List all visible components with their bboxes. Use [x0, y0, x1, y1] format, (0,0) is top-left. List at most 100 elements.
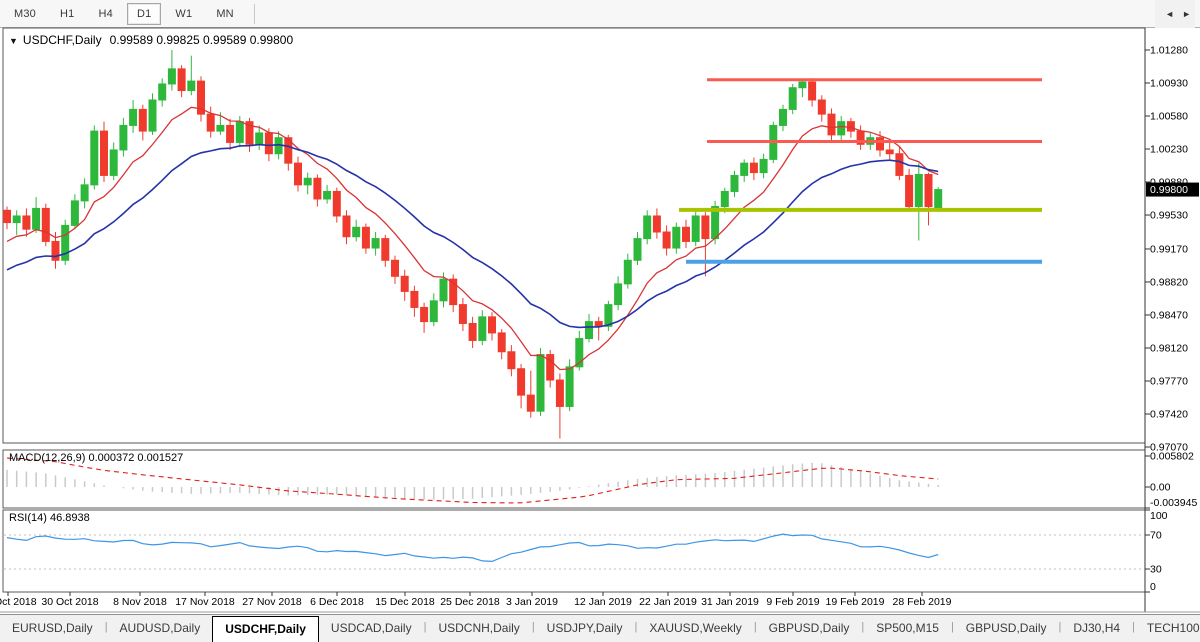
symbol-tabbar: EURUSD,Daily|AUDUSD,DailyUSDCHF,DailyUSD…	[0, 614, 1200, 642]
candle-body	[566, 367, 573, 407]
candle-body	[33, 208, 40, 229]
candle-body	[886, 150, 893, 154]
candle-body	[469, 323, 476, 340]
candle-body	[382, 239, 389, 261]
tab-gbpusd-daily[interactable]: GBPUSD,Daily	[757, 615, 862, 642]
macd-indicator-label: MACD(12,26,9) 0.000372 0.001527	[9, 452, 183, 464]
candle-body	[207, 114, 214, 131]
macd-axis-label: -0.003945	[1150, 497, 1197, 509]
tab-eurusd-daily[interactable]: EURUSD,Daily	[0, 615, 105, 642]
candle-body	[673, 227, 680, 248]
chart-title: ▼USDCHF,Daily0.99589 0.99825 0.99589 0.9…	[9, 33, 293, 47]
date-axis-label: 19 Feb 2019	[826, 596, 885, 608]
candle-body	[518, 369, 525, 395]
candle-body	[91, 131, 98, 185]
date-axis-label: 17 Nov 2018	[175, 596, 235, 608]
candle-body	[605, 305, 612, 327]
tab-xauusd-weekly[interactable]: XAUUSD,Weekly	[637, 615, 753, 642]
main-chart-panel[interactable]	[3, 28, 1145, 443]
candle-body	[440, 279, 447, 301]
price-axis-label: 0.99530	[1150, 210, 1188, 222]
candle-body	[653, 216, 660, 232]
candle-body	[828, 114, 835, 135]
tab-scroll-right-icon[interactable]: ►	[1178, 7, 1195, 21]
candle-body	[256, 133, 263, 144]
date-axis-label: 31 Jan 2019	[701, 596, 759, 608]
date-axis-label: 12 Jan 2019	[574, 596, 632, 608]
date-axis-label: 9 Feb 2019	[766, 596, 819, 608]
candle-body	[401, 276, 408, 291]
candle-body	[217, 125, 224, 131]
tab-usdcad-daily[interactable]: USDCAD,Daily	[319, 615, 424, 642]
candle-body	[489, 317, 496, 333]
candle-body	[178, 69, 185, 91]
date-axis-label: 25 Dec 2018	[440, 596, 500, 608]
candle-body	[692, 216, 699, 241]
tab-usdcnh-daily[interactable]: USDCNH,Daily	[426, 615, 531, 642]
candle-body	[527, 395, 534, 411]
candle-body	[149, 100, 156, 131]
rsi-panel[interactable]	[3, 510, 1145, 592]
tab-usdjpy-daily[interactable]: USDJPY,Daily	[535, 615, 635, 642]
candle-body	[265, 133, 272, 154]
date-axis-label: 20 Oct 2018	[0, 596, 37, 608]
tab-tech100-[interactable]: TECH100,	[1135, 615, 1200, 642]
candle-body	[683, 227, 690, 241]
candle-body	[915, 174, 922, 206]
rsi-axis-label: 70	[1150, 530, 1162, 542]
chart-dropdown-icon[interactable]: ▼	[9, 36, 18, 46]
rsi-indicator-label: RSI(14) 46.8938	[9, 512, 90, 524]
tab-sp500-m15[interactable]: SP500,M15	[864, 615, 951, 642]
candle-body	[343, 216, 350, 237]
candle-body	[508, 352, 515, 369]
candle-body	[702, 216, 709, 239]
candle-body	[236, 122, 243, 143]
candle-body	[644, 216, 651, 239]
candle-body	[372, 239, 379, 248]
candle-body	[838, 122, 845, 135]
macd-axis-label: 0.005802	[1150, 450, 1194, 462]
candle-body	[925, 174, 932, 206]
tab-scroll-left-icon[interactable]: ◄	[1161, 7, 1178, 21]
tab-audusd-daily[interactable]: AUDUSD,Daily	[108, 615, 213, 642]
tab-usdchf-daily[interactable]: USDCHF,Daily	[212, 616, 319, 642]
candle-body	[139, 109, 146, 131]
candle-body	[721, 191, 728, 206]
candle-body	[760, 159, 767, 172]
candle-body	[4, 210, 11, 222]
price-axis-label: 1.00580	[1150, 111, 1188, 123]
date-axis-label: 22 Jan 2019	[639, 596, 697, 608]
candle-body	[304, 178, 311, 185]
candle-body	[906, 175, 913, 206]
tab-gbpusd-daily[interactable]: GBPUSD,Daily	[954, 615, 1059, 642]
candle-body	[556, 380, 563, 406]
date-axis-label: 8 Nov 2018	[113, 596, 167, 608]
candle-body	[780, 109, 787, 125]
candle-body	[52, 241, 59, 260]
date-axis-label: 6 Dec 2018	[310, 596, 364, 608]
candle-body	[42, 208, 49, 241]
price-axis-label: 0.97420	[1150, 408, 1188, 420]
candle-body	[537, 355, 544, 412]
candle-body	[750, 163, 757, 172]
tabbar-scroll-arrows: ◄ ►	[1155, 0, 1195, 28]
candle-body	[799, 82, 806, 88]
rsi-axis-label: 30	[1150, 564, 1162, 576]
candle-body	[324, 191, 331, 199]
candle-body	[13, 216, 20, 223]
candle-body	[459, 305, 466, 324]
candle-body	[809, 82, 816, 100]
candle-body	[847, 122, 854, 131]
date-axis-label: 15 Dec 2018	[375, 596, 435, 608]
candle-body	[877, 138, 884, 150]
price-axis-label: 0.98120	[1150, 342, 1188, 354]
price-axis-label: 1.00930	[1150, 78, 1188, 90]
chart-symbol-label: USDCHF,Daily	[23, 33, 102, 47]
candle-body	[159, 84, 166, 100]
candle-body	[586, 322, 593, 339]
candle-body	[896, 154, 903, 176]
chart-canvas[interactable]: 1.012801.009301.005801.002300.998800.995…	[0, 0, 1200, 642]
price-axis-label: 1.00230	[1150, 144, 1188, 156]
tab-dj30-h4[interactable]: DJ30,H4	[1061, 615, 1132, 642]
candle-body	[130, 109, 137, 125]
